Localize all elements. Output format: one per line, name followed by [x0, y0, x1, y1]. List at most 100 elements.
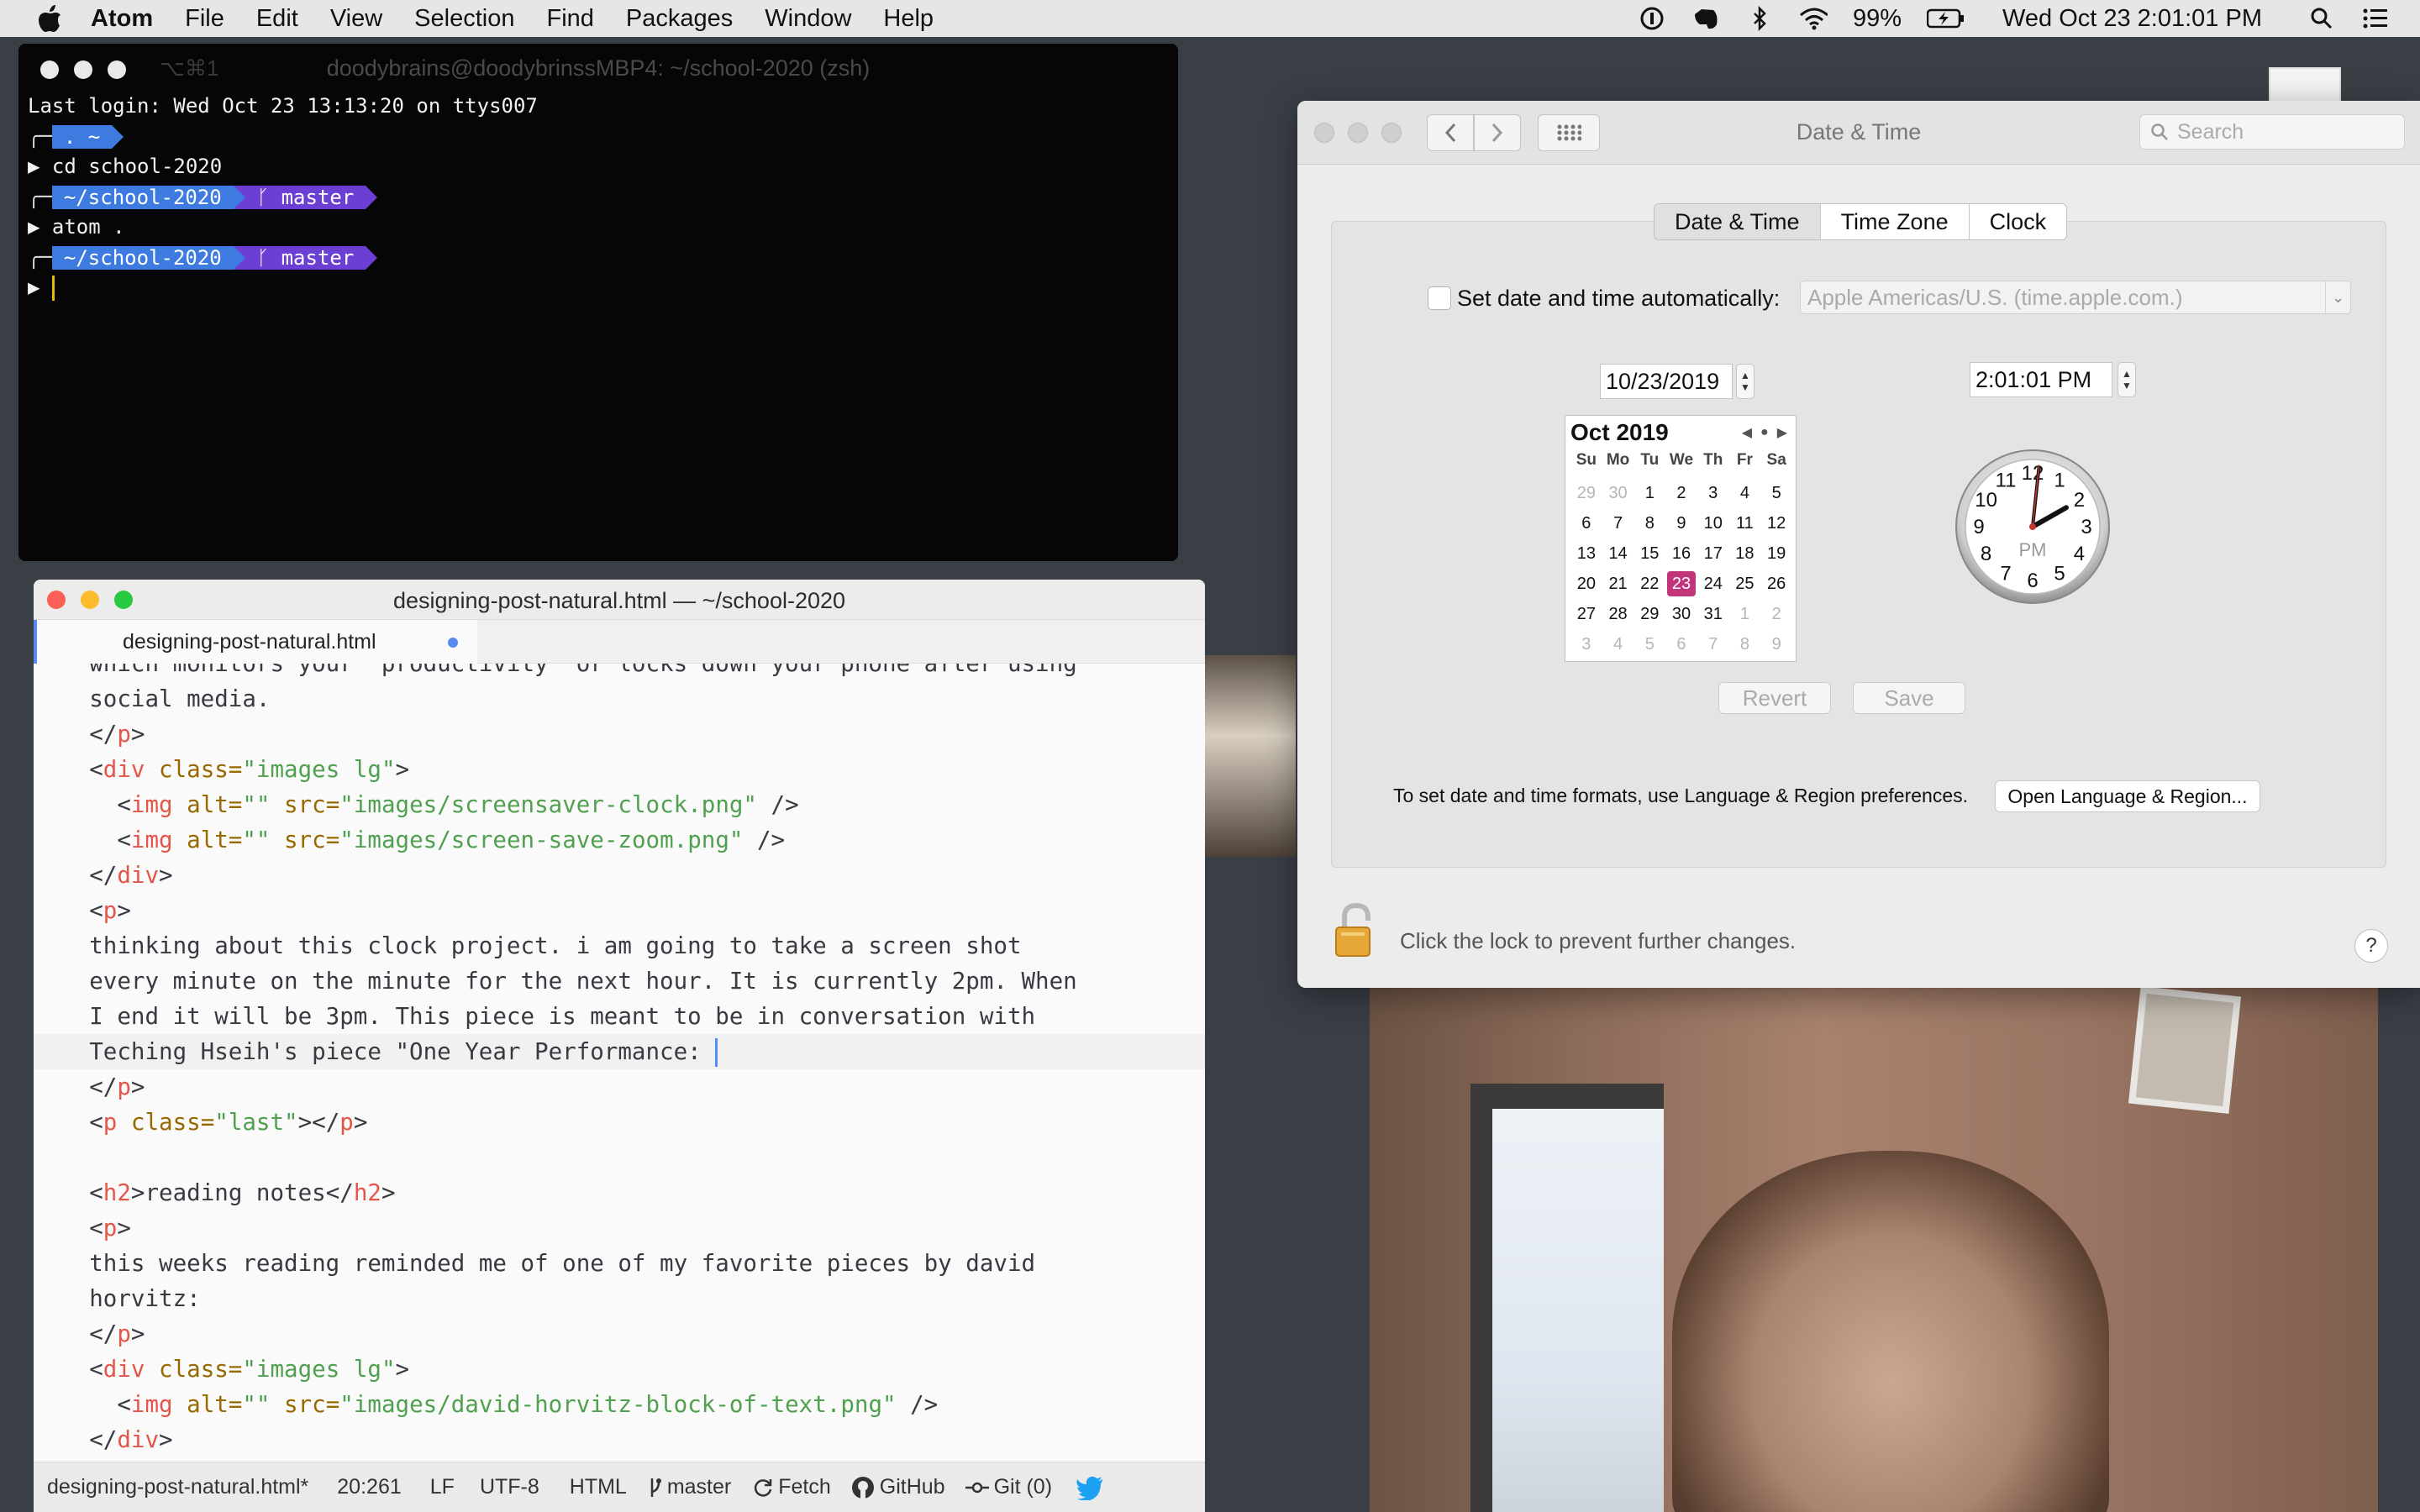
calendar-today-icon[interactable]: ●	[1760, 425, 1769, 440]
status-grammar[interactable]: HTML	[570, 1475, 627, 1499]
status-branch[interactable]: master	[649, 1475, 731, 1499]
menu-find[interactable]: Find	[546, 5, 593, 33]
desktop-photo-thumbnail[interactable]	[1203, 655, 1296, 857]
calendar-day[interactable]: 1	[1729, 599, 1761, 629]
calendar-day[interactable]: 8	[1634, 508, 1665, 538]
terminal-window[interactable]: ⌥⌘1 doodybrains@doodybrinssMBP4: ~/schoo…	[18, 44, 1178, 561]
calendar-day[interactable]: 6	[1570, 508, 1602, 538]
onepassword-icon[interactable]	[1638, 6, 1666, 31]
calendar-day[interactable]: 15	[1634, 538, 1665, 569]
prefs-search-field[interactable]: Search	[2139, 114, 2405, 150]
date-stepper[interactable]: ▲ ▼	[1736, 364, 1754, 399]
menu-clock[interactable]: Wed Oct 23 2:01:01 PM	[2002, 5, 2262, 33]
menu-view[interactable]: View	[330, 5, 382, 33]
calendar-day[interactable]: 10	[1697, 508, 1729, 538]
calendar-day[interactable]: 14	[1602, 538, 1634, 569]
status-file-path[interactable]: designing-post-natural.html*	[47, 1475, 308, 1499]
battery-percent[interactable]: 99%	[1853, 5, 1902, 33]
calendar-day[interactable]: 3	[1697, 478, 1729, 508]
save-button[interactable]: Save	[1853, 682, 1965, 714]
calendar-day[interactable]: 4	[1729, 478, 1761, 508]
prefs-toolbar[interactable]: Date & Time Search	[1297, 101, 2420, 165]
calendar-day[interactable]: 12	[1760, 508, 1792, 538]
terminal-active-prompt[interactable]: ▶	[28, 272, 1178, 302]
calendar-day[interactable]: 29	[1634, 599, 1665, 629]
status-fetch[interactable]: Fetch	[753, 1475, 831, 1499]
notification-center-icon[interactable]	[2361, 6, 2390, 31]
calendar-day[interactable]: 2	[1665, 478, 1697, 508]
time-server-select[interactable]: Apple Americas/U.S. (time.apple.com.) ⌄	[1800, 281, 2351, 314]
calendar-day[interactable]: 30	[1665, 599, 1697, 629]
calendar-day[interactable]: 13	[1570, 538, 1602, 569]
calendar-day[interactable]: 1	[1634, 478, 1665, 508]
evernote-icon[interactable]	[1691, 6, 1720, 31]
calendar-day[interactable]: 27	[1570, 599, 1602, 629]
calendar-day[interactable]: 21	[1602, 569, 1634, 599]
code-editor[interactable]: which monitors your "productivity" or lo…	[34, 664, 1205, 1453]
open-language-region-button[interactable]: Open Language & Region...	[1995, 780, 2260, 812]
calendar-day[interactable]: 9	[1760, 629, 1792, 659]
atom-editor-window[interactable]: designing-post-natural.html — ~/school-2…	[34, 580, 1205, 1512]
time-field[interactable]: 2:01:01 PM	[1970, 362, 2112, 397]
menu-file[interactable]: File	[185, 5, 224, 33]
revert-button[interactable]: Revert	[1718, 682, 1831, 714]
battery-icon[interactable]	[1927, 6, 1965, 31]
tab-designing-post-natural[interactable]: designing-post-natural.html	[34, 620, 477, 664]
calendar-day[interactable]: 4	[1602, 629, 1634, 659]
calendar-day-selected[interactable]: 23	[1665, 569, 1697, 599]
calendar-day[interactable]: 25	[1729, 569, 1761, 599]
apple-menu-icon[interactable]	[34, 2, 67, 35]
calendar-day[interactable]: 2	[1760, 599, 1792, 629]
calendar-day[interactable]: 5	[1760, 478, 1792, 508]
calendar-day[interactable]: 30	[1602, 478, 1634, 508]
menu-app-name[interactable]: Atom	[91, 5, 153, 33]
calendar-day[interactable]: 29	[1570, 478, 1602, 508]
tab-clock[interactable]: Clock	[1970, 204, 2067, 239]
time-stepper[interactable]: ▲ ▼	[2118, 362, 2136, 397]
calendar-widget[interactable]: Oct 2019 ◀ ● ▶ Su Mo Tu We Th Fr Sa 29 30 1 2 3 4 5 6…	[1565, 415, 1797, 662]
calendar-day[interactable]: 11	[1729, 508, 1761, 538]
modified-indicator-icon[interactable]	[448, 638, 458, 648]
calendar-day[interactable]: 31	[1697, 599, 1729, 629]
calendar-day[interactable]: 20	[1570, 569, 1602, 599]
calendar-day[interactable]: 17	[1697, 538, 1729, 569]
menu-window[interactable]: Window	[765, 5, 851, 33]
date-field[interactable]: 10/23/2019	[1600, 364, 1733, 399]
lock-icon[interactable]	[1331, 902, 1381, 961]
status-encoding[interactable]: UTF-8	[480, 1475, 539, 1499]
status-cursor-position[interactable]: 20:261	[337, 1475, 401, 1499]
calendar-day[interactable]: 26	[1760, 569, 1792, 599]
bluetooth-icon[interactable]	[1745, 6, 1774, 31]
menu-selection[interactable]: Selection	[414, 5, 514, 33]
menu-edit[interactable]: Edit	[256, 5, 298, 33]
terminal-output[interactable]: Last login: Wed Oct 23 13:13:20 on ttys0…	[18, 91, 1178, 302]
calendar-day[interactable]: 7	[1602, 508, 1634, 538]
menu-help[interactable]: Help	[883, 5, 934, 33]
calendar-day[interactable]: 16	[1665, 538, 1697, 569]
status-git[interactable]: Git (0)	[965, 1475, 1052, 1499]
calendar-day[interactable]: 8	[1729, 629, 1761, 659]
status-github[interactable]: GitHub	[851, 1475, 945, 1499]
calendar-day[interactable]: 28	[1602, 599, 1634, 629]
status-line-ending[interactable]: LF	[430, 1475, 455, 1499]
tab-date-time[interactable]: Date & Time	[1655, 204, 1821, 239]
spotlight-search-icon[interactable]	[2307, 6, 2336, 31]
calendar-day[interactable]: 9	[1665, 508, 1697, 538]
menu-packages[interactable]: Packages	[626, 5, 733, 33]
terminal-titlebar[interactable]: ⌥⌘1 doodybrains@doodybrinssMBP4: ~/schoo…	[18, 44, 1178, 94]
auto-date-time-checkbox[interactable]	[1428, 286, 1451, 310]
calendar-day[interactable]: 6	[1665, 629, 1697, 659]
calendar-next-icon[interactable]: ▶	[1777, 424, 1787, 441]
calendar-day[interactable]: 19	[1760, 538, 1792, 569]
calendar-day[interactable]: 24	[1697, 569, 1729, 599]
calendar-day[interactable]: 7	[1697, 629, 1729, 659]
calendar-day[interactable]: 18	[1729, 538, 1761, 569]
calendar-day[interactable]: 3	[1570, 629, 1602, 659]
calendar-day[interactable]: 22	[1634, 569, 1665, 599]
wifi-icon[interactable]	[1799, 6, 1828, 31]
atom-titlebar[interactable]: designing-post-natural.html — ~/school-2…	[34, 580, 1205, 620]
twitter-bird-icon[interactable]	[1076, 1475, 1104, 1500]
tab-time-zone[interactable]: Time Zone	[1821, 204, 1970, 239]
help-button[interactable]: ?	[2354, 929, 2388, 963]
date-time-preferences-window[interactable]: Date & Time Search Date & Time Time Zone…	[1297, 101, 2420, 988]
